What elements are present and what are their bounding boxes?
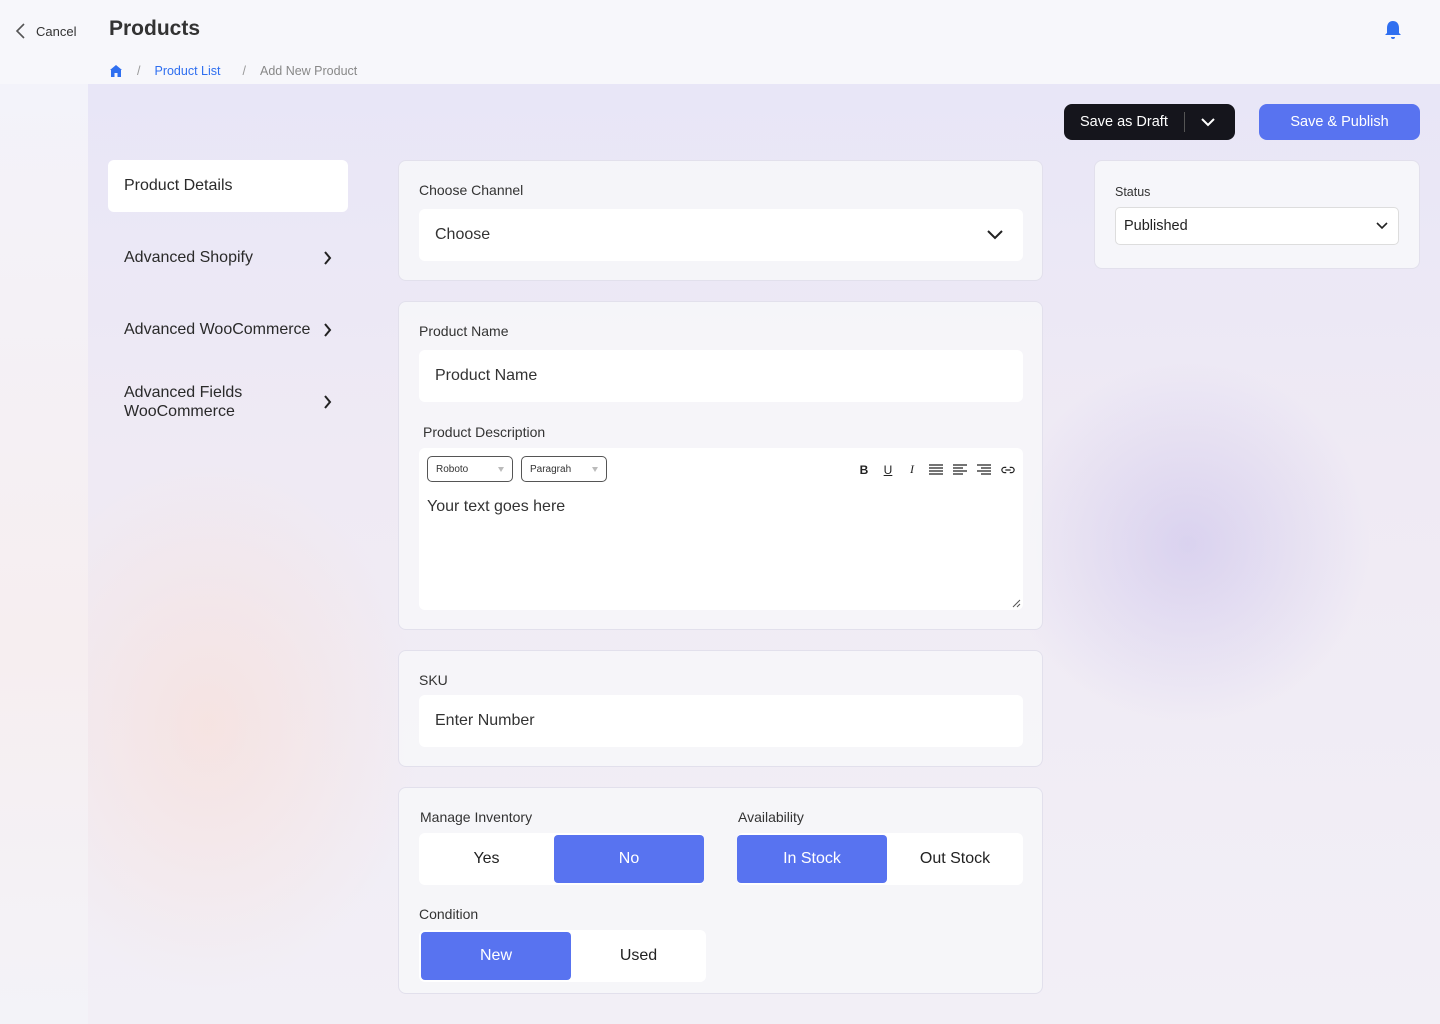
condition-used-option[interactable]: Used [571, 930, 706, 982]
breadcrumb-separator: / [242, 64, 246, 78]
product-name-input[interactable]: Product Name [419, 350, 1023, 402]
product-description-label: Product Description [423, 424, 546, 440]
block-value: Paragrah [530, 463, 572, 475]
justify-icon[interactable] [929, 463, 943, 476]
breadcrumb: / Product List / Add New Product [109, 64, 357, 78]
bold-icon[interactable]: B [857, 463, 871, 477]
inventory-label: Manage Inventory [420, 809, 533, 825]
availability-in-stock-option[interactable]: In Stock [737, 835, 887, 883]
breadcrumb-separator: / [137, 64, 141, 78]
italic-icon[interactable]: I [905, 462, 919, 477]
divider [1184, 112, 1185, 132]
product-card: Product Name Product Name Product Descri… [398, 301, 1043, 630]
save-publish-button[interactable]: Save & Publish [1259, 104, 1420, 140]
chevron-right-icon [324, 251, 332, 265]
chevron-right-icon [324, 395, 332, 409]
status-card: Status Published [1094, 160, 1420, 269]
cancel-label: Cancel [36, 23, 77, 39]
breadcrumb-product-list[interactable]: Product List [154, 64, 220, 78]
channel-value: Choose [435, 226, 491, 243]
sidebar-item-label: Advanced Shopify [124, 249, 253, 266]
font-select[interactable]: Roboto [427, 456, 513, 482]
inventory-no-option[interactable]: No [554, 835, 704, 883]
sidebar-item-advanced-fields[interactable]: Advanced Fields WooCommerce [108, 380, 348, 424]
save-draft-button[interactable]: Save as Draft [1064, 104, 1235, 140]
sku-input[interactable]: Enter Number [419, 695, 1023, 747]
sidebar-item-advanced-shopify[interactable]: Advanced Shopify [108, 240, 348, 276]
chevron-right-icon [324, 323, 332, 337]
sidebar-item-product-details[interactable]: Product Details [108, 160, 348, 212]
channel-select[interactable]: Choose [419, 209, 1023, 261]
cancel-button[interactable]: Cancel [14, 22, 76, 40]
block-select[interactable]: Paragrah [521, 456, 607, 482]
options-card: Manage Inventory Yes No Availability In … [398, 787, 1043, 994]
availability-out-stock-option[interactable]: Out Stock [887, 833, 1023, 885]
sidebar-item-label: Advanced Fields WooCommerce [124, 384, 243, 420]
underline-icon[interactable]: U [881, 463, 895, 477]
product-name-label: Product Name [419, 323, 509, 339]
save-draft-label: Save as Draft [1080, 114, 1168, 130]
align-left-icon[interactable] [953, 463, 967, 476]
chevron-down-icon[interactable] [1201, 117, 1215, 127]
home-icon[interactable] [109, 64, 123, 78]
sidebar-item-label: Product Details [124, 177, 233, 194]
channel-card: Choose Channel Choose [398, 160, 1043, 281]
description-placeholder: Your text goes here [427, 498, 566, 515]
condition-toggle: New Used [419, 930, 706, 982]
sku-label: SKU [419, 672, 448, 688]
caret-down-icon [498, 467, 504, 472]
status-select[interactable]: Published [1115, 207, 1399, 245]
product-name-placeholder: Product Name [435, 367, 538, 384]
sidebar-item-advanced-woocommerce[interactable]: Advanced WooCommerce [108, 312, 348, 348]
status-label: Status [1115, 185, 1151, 199]
caret-down-icon [592, 467, 598, 472]
sidebar-item-label: Advanced WooCommerce [124, 321, 311, 338]
inventory-toggle: Yes No [419, 833, 704, 885]
inventory-yes-option[interactable]: Yes [419, 833, 554, 885]
chevron-down-icon [1376, 222, 1388, 230]
chevron-left-icon [15, 23, 25, 39]
bell-icon[interactable] [1384, 20, 1402, 40]
resize-handle-icon[interactable] [1011, 598, 1021, 608]
condition-label: Condition [419, 906, 479, 922]
top-bar: Cancel Products / Product List / Add New… [0, 0, 1440, 84]
font-value: Roboto [436, 463, 469, 475]
channel-label: Choose Channel [419, 182, 524, 198]
condition-new-option[interactable]: New [421, 932, 571, 980]
availability-toggle: In Stock Out Stock [737, 833, 1023, 885]
breadcrumb-current: Add New Product [259, 64, 358, 78]
chevron-down-icon [987, 230, 1003, 240]
availability-label: Availability [738, 809, 804, 825]
description-editor[interactable]: Roboto Paragrah B U I Your text goes her… [419, 448, 1023, 610]
editor-toolbar: B U I [857, 462, 1015, 477]
sku-card: SKU Enter Number [398, 650, 1043, 767]
page-title: Products [109, 17, 201, 40]
link-icon[interactable] [1001, 464, 1015, 476]
align-right-icon[interactable] [977, 463, 991, 476]
sku-placeholder: Enter Number [435, 712, 535, 729]
status-value: Published [1124, 218, 1188, 234]
left-gutter [0, 84, 88, 1024]
